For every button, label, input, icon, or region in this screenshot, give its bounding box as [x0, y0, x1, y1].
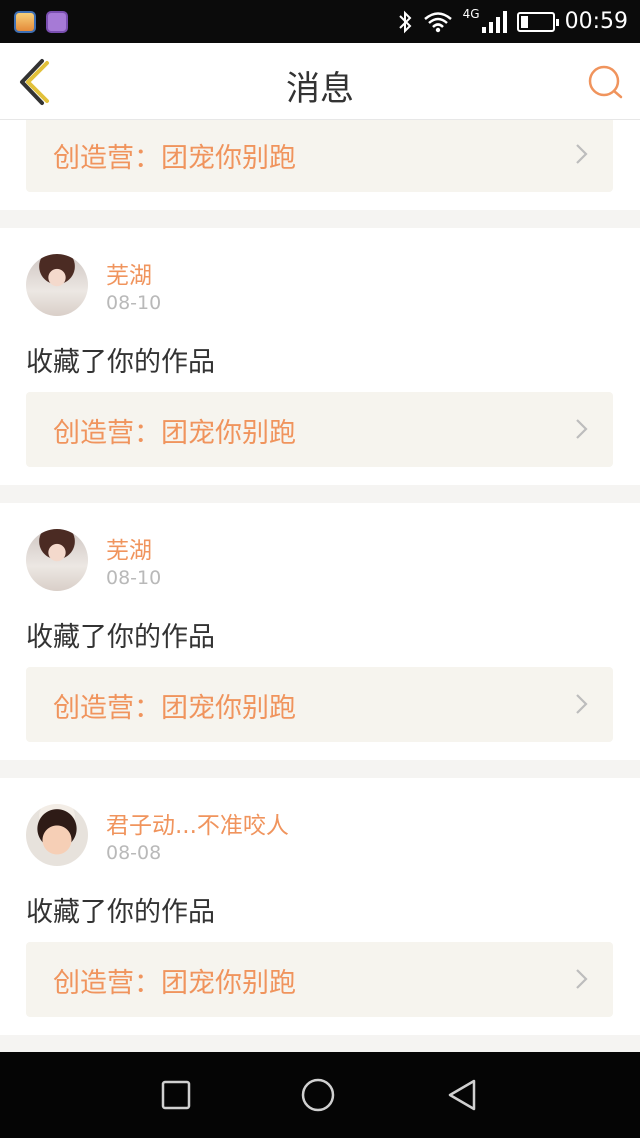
work-title: 创造营：团宠你别跑: [53, 693, 296, 724]
avatar[interactable]: [26, 529, 88, 591]
status-bar: 4G 00:59: [0, 0, 640, 43]
work-title: 创造营：团宠你别跑: [53, 143, 296, 174]
work-link[interactable]: 创造营：团宠你别跑: [26, 392, 613, 467]
battery-fill: [520, 15, 529, 28]
wifi-icon: [423, 11, 452, 32]
user-name[interactable]: 芜湖: [106, 256, 152, 290]
message-card: 芜湖 08-10 收藏了你的作品 创造营：团宠你别跑: [0, 503, 640, 760]
back-triangle-icon[interactable]: [444, 1077, 480, 1113]
message-action: 收藏了你的作品: [26, 347, 215, 378]
user-name[interactable]: 芜湖: [106, 531, 152, 565]
message-card-partial: 创造营：团宠你别跑: [0, 120, 640, 210]
chevron-right-icon: [576, 969, 588, 989]
network-type: 4G: [462, 6, 480, 21]
avatar[interactable]: [26, 804, 88, 866]
work-link[interactable]: 创造营：团宠你别跑: [26, 667, 613, 742]
page-title: 消息: [286, 69, 354, 109]
message-action: 收藏了你的作品: [26, 897, 215, 928]
recents-square-icon[interactable]: [158, 1077, 194, 1113]
message-date: 08-10: [106, 567, 162, 589]
user-name[interactable]: 君子动...不准咬人: [106, 806, 289, 840]
gallery-notification-icon: [46, 10, 68, 33]
message-date: 08-08: [106, 842, 162, 864]
battery-icon: [516, 11, 559, 32]
work-link[interactable]: 创造营：团宠你别跑: [26, 120, 613, 192]
chevron-right-icon: [576, 419, 588, 439]
message-card: 君子动...不准咬人 08-08 收藏了你的作品 创造营：团宠你别跑: [0, 778, 640, 1035]
notification-icons: [14, 10, 68, 33]
home-circle-icon[interactable]: [300, 1077, 336, 1113]
avatar[interactable]: [26, 254, 88, 316]
signal-icon: [481, 10, 507, 33]
work-title: 创造营：团宠你别跑: [53, 418, 296, 449]
message-list[interactable]: 创造营：团宠你别跑 芜湖 08-10 收藏了你的作品 创造营：团宠你别跑 芜湖 …: [0, 120, 640, 1052]
system-nav-bar: [0, 1052, 640, 1138]
bluetooth-icon: [398, 10, 412, 33]
chevron-right-icon: [576, 694, 588, 714]
search-icon: [588, 65, 623, 99]
clock: 00:59: [564, 9, 628, 34]
nav-bar: 消息: [0, 43, 640, 120]
app-notification-icon: [14, 10, 36, 33]
message-card: 芜湖 08-10 收藏了你的作品 创造营：团宠你别跑: [0, 228, 640, 485]
chevron-right-icon: [576, 144, 588, 164]
work-title: 创造营：团宠你别跑: [53, 968, 296, 999]
message-action: 收藏了你的作品: [26, 622, 215, 653]
search-button[interactable]: [586, 63, 624, 101]
work-link[interactable]: 创造营：团宠你别跑: [26, 942, 613, 1017]
message-date: 08-10: [106, 292, 162, 314]
